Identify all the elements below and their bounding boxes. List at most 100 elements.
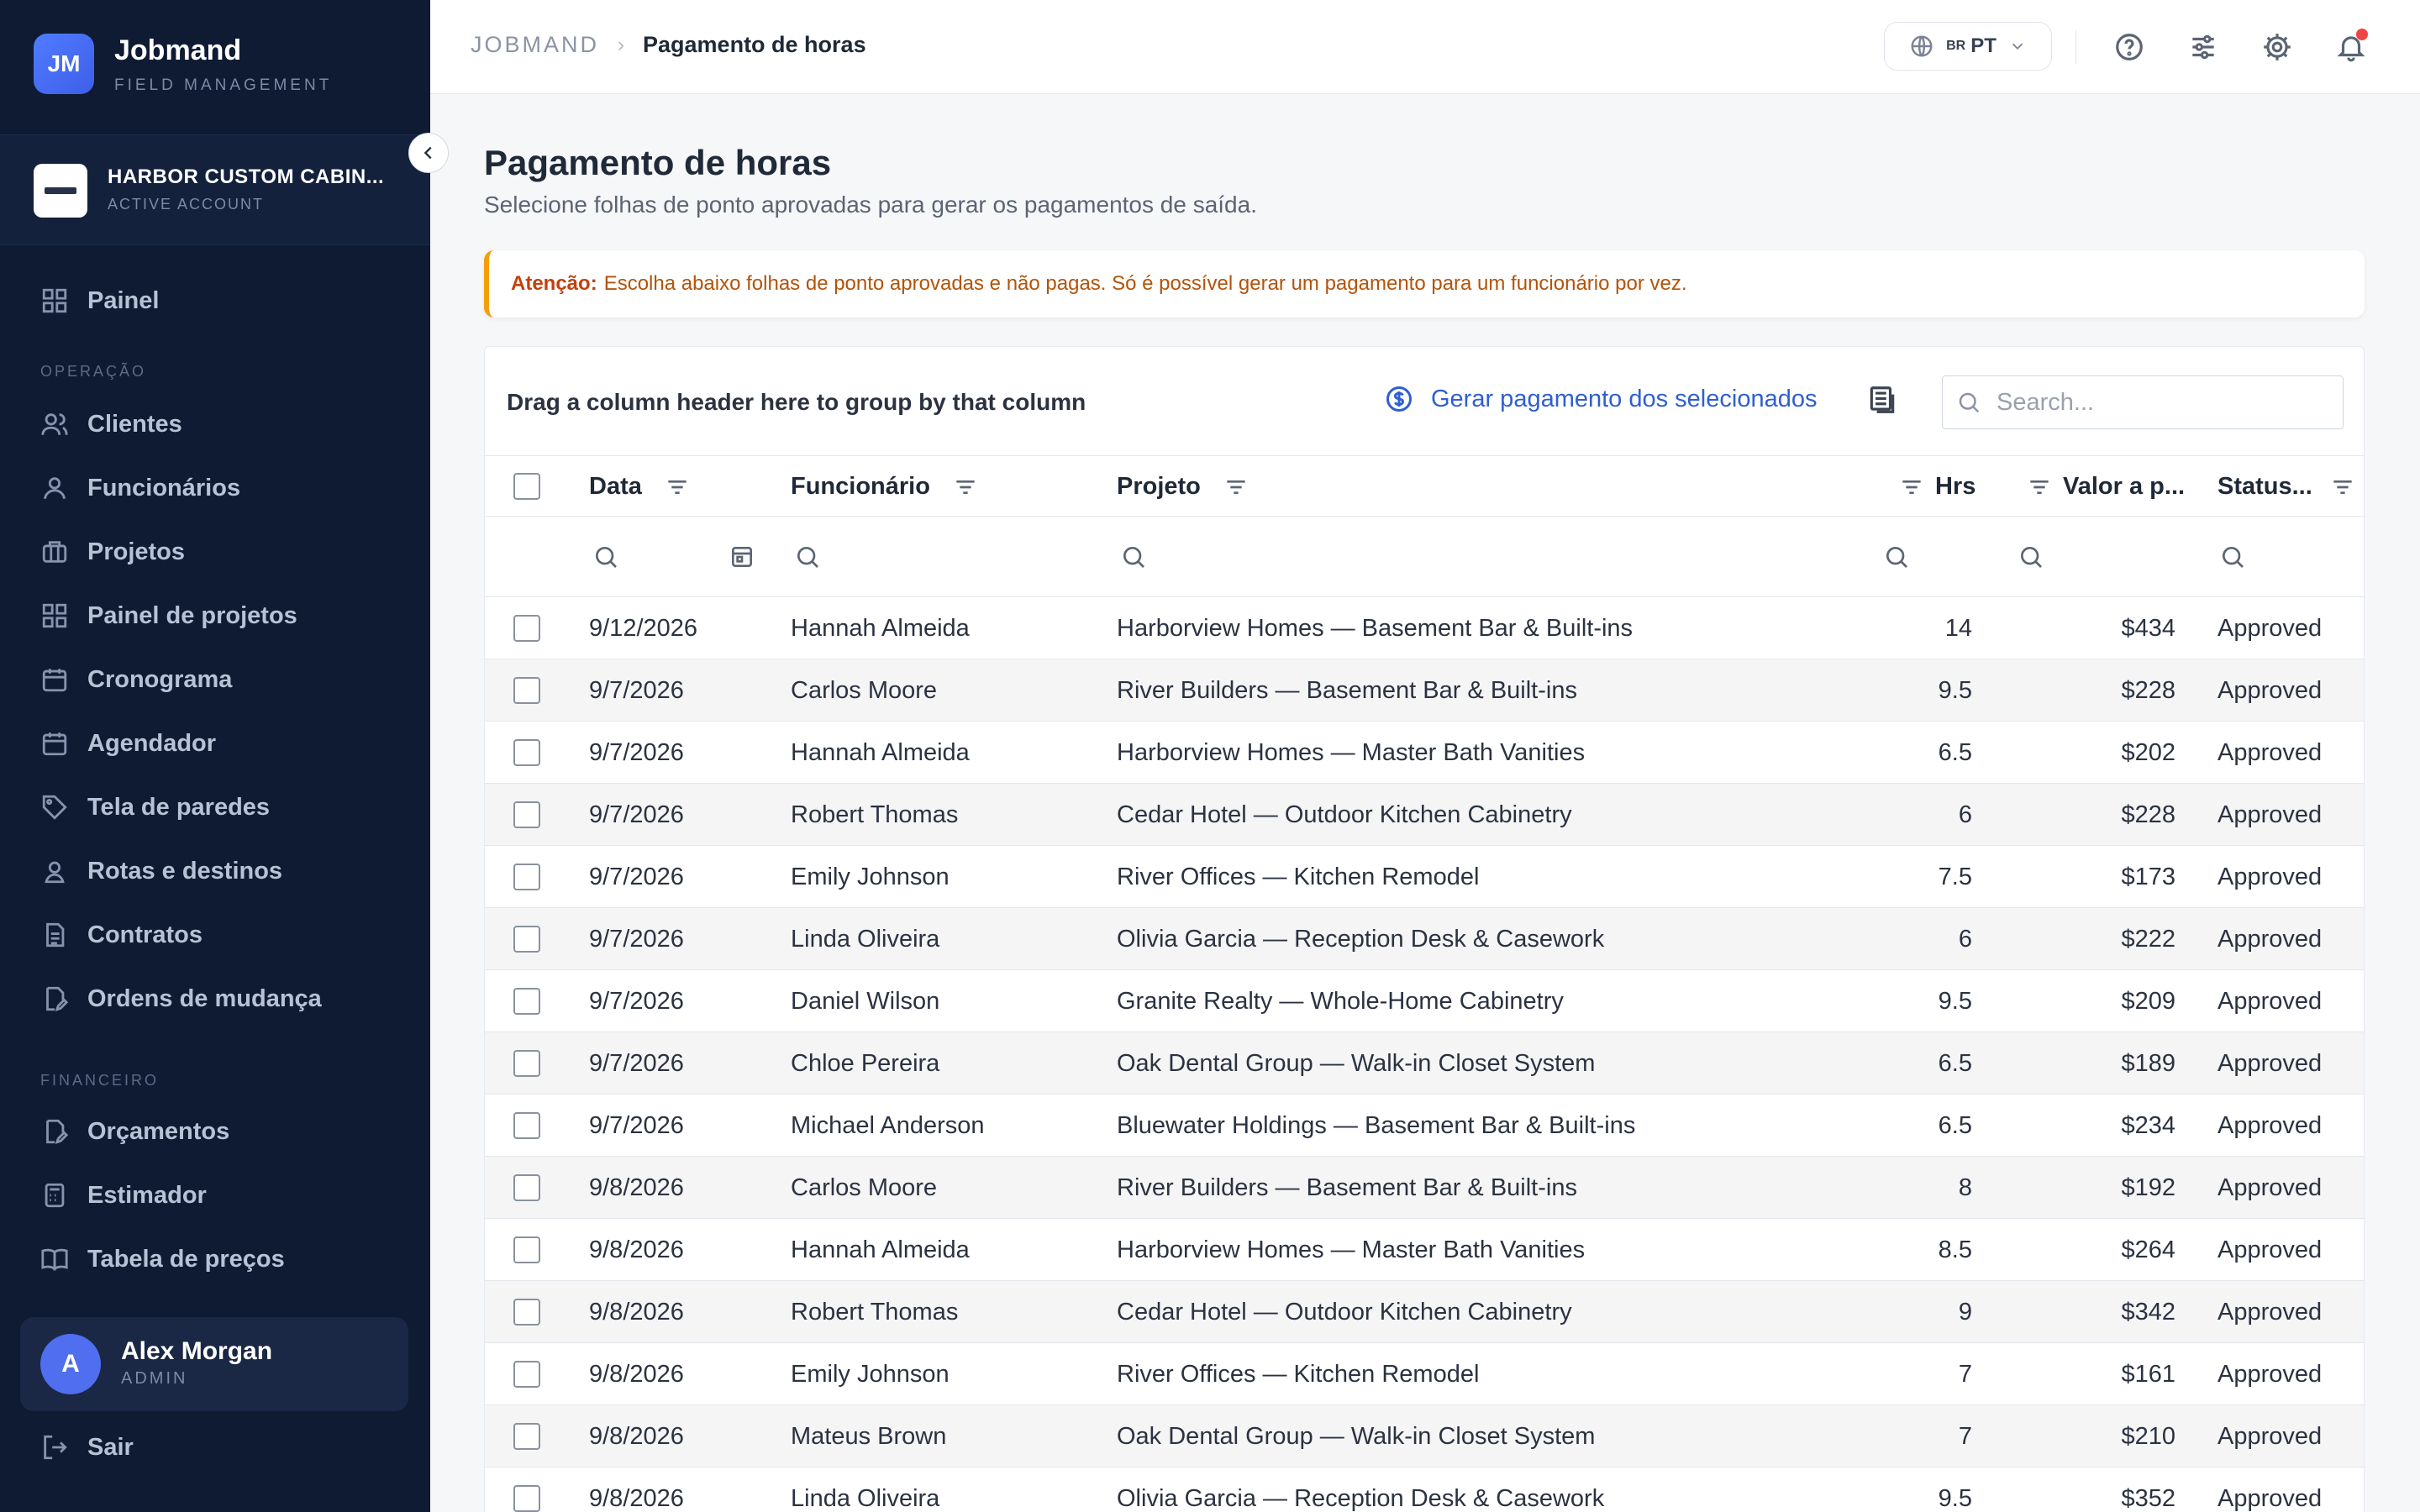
- collapse-sidebar-button[interactable]: [408, 133, 449, 173]
- sidebar-item-contratos[interactable]: Contratos: [40, 911, 203, 958]
- cell-projeto: Oak Dental Group — Walk-in Closet System: [1117, 1050, 1596, 1077]
- cell-funcionario: Hannah Almeida: [791, 615, 970, 642]
- table-row[interactable]: 9/8/2026 Hannah Almeida Harborview Homes —…: [485, 1219, 2364, 1281]
- filter-search-funcionario[interactable]: [794, 543, 821, 570]
- cell-data: 9/8/2026: [589, 1423, 684, 1450]
- column-header-status[interactable]: Status...: [2217, 473, 2356, 501]
- logout-button[interactable]: Sair: [40, 1433, 134, 1462]
- select-all-checkbox[interactable]: [513, 473, 540, 500]
- sidebar-item-agendador[interactable]: Agendador: [40, 720, 216, 767]
- sidebar-item-funcionarios[interactable]: Funcionários: [40, 465, 240, 512]
- filter-icon[interactable]: [2329, 474, 2356, 501]
- filter-search-data[interactable]: [592, 543, 619, 570]
- row-checkbox[interactable]: [513, 739, 540, 766]
- preferences-button[interactable]: [2185, 29, 2222, 66]
- table-row[interactable]: 9/7/2026 Carlos Moore River Builders — Bas…: [485, 659, 2364, 722]
- warning-alert: Atenção: Escolha abaixo folhas de ponto …: [484, 250, 2365, 318]
- date-picker-button[interactable]: [729, 543, 755, 570]
- table-row[interactable]: 9/8/2026 Linda Oliveira Olivia Garcia — Re…: [485, 1467, 2364, 1512]
- sidebar-item-painel[interactable]: Painel: [40, 277, 159, 324]
- row-checkbox[interactable]: [513, 615, 540, 642]
- cell-funcionario: Emily Johnson: [791, 1361, 950, 1388]
- table-row[interactable]: 9/7/2026 Emily Johnson River Offices — Kit…: [485, 846, 2364, 908]
- filter-search-valor[interactable]: [2018, 543, 2044, 570]
- row-checkbox[interactable]: [513, 1423, 540, 1450]
- column-header-data[interactable]: Data: [589, 473, 691, 501]
- notifications-button[interactable]: [2333, 29, 2370, 66]
- grid-search-input[interactable]: Search...: [1942, 375, 2344, 429]
- sidebar-item-tabela-de-precos[interactable]: Tabela de preços: [40, 1236, 285, 1283]
- row-checkbox[interactable]: [513, 988, 540, 1015]
- filter-icon[interactable]: [1223, 474, 1249, 501]
- briefcase-icon: [42, 541, 67, 563]
- column-chooser-button[interactable]: [1866, 384, 1902, 419]
- cell-status: Approved: [2217, 1423, 2323, 1450]
- table-row[interactable]: 9/7/2026 Robert Thomas Cedar Hotel — Outdo…: [485, 784, 2364, 846]
- breadcrumb-root[interactable]: JOBMAND: [471, 32, 599, 58]
- row-checkbox[interactable]: [513, 864, 540, 890]
- row-checkbox[interactable]: [513, 1361, 540, 1388]
- row-checkbox[interactable]: [513, 1112, 540, 1139]
- help-button[interactable]: [2111, 29, 2148, 66]
- cell-status: Approved: [2217, 1485, 2323, 1512]
- sidebar-item-projetos[interactable]: Projetos: [40, 528, 185, 575]
- settings-button[interactable]: [2259, 29, 2296, 66]
- column-header-valor[interactable]: Valor a p...: [2026, 473, 2185, 501]
- table-row[interactable]: 9/7/2026 Hannah Almeida Harborview Homes —…: [485, 722, 2364, 784]
- table-row[interactable]: 9/8/2026 Emily Johnson River Offices — Kit…: [485, 1343, 2364, 1405]
- cell-projeto: Granite Realty — Whole-Home Cabinetry: [1117, 988, 1564, 1015]
- sidebar-item-ordens-de-mudanca[interactable]: Ordens de mudança: [40, 975, 322, 1022]
- account-switcher[interactable]: HARBOR CUSTOM CABIN... ACTIVE ACCOUNT: [0, 134, 430, 245]
- table-row[interactable]: 9/7/2026 Daniel Wilson Granite Realty — Wh…: [485, 970, 2364, 1032]
- column-header-funcionario[interactable]: Funcionário: [791, 473, 979, 501]
- table-row[interactable]: 9/8/2026 Robert Thomas Cedar Hotel — Outdo…: [485, 1281, 2364, 1343]
- calculator-icon: [45, 1183, 65, 1208]
- group-panel[interactable]: Drag a column header here to group by th…: [485, 347, 2364, 456]
- table-row[interactable]: 9/7/2026 Linda Oliveira Olivia Garcia — Re…: [485, 908, 2364, 970]
- sidebar-item-label: Tabela de preços: [87, 1245, 285, 1273]
- filter-search-projeto[interactable]: [1120, 543, 1147, 570]
- filter-search-hrs[interactable]: [1883, 543, 1910, 570]
- row-checkbox[interactable]: [513, 1236, 540, 1263]
- row-checkbox[interactable]: [513, 677, 540, 704]
- sidebar-item-estimador[interactable]: Estimador: [40, 1172, 207, 1219]
- table-row[interactable]: 9/8/2026 Mateus Brown Oak Dental Group — W…: [485, 1405, 2364, 1467]
- column-header-projeto[interactable]: Projeto: [1117, 473, 1249, 501]
- column-header-hrs[interactable]: Hrs: [1898, 473, 1975, 501]
- row-checkbox[interactable]: [513, 926, 540, 953]
- sidebar-item-tela-de-paredes[interactable]: Tela de paredes: [40, 784, 270, 831]
- row-checkbox[interactable]: [513, 1050, 540, 1077]
- cell-data: 9/8/2026: [589, 1361, 684, 1388]
- table-row[interactable]: 9/12/2026 Hannah Almeida Harborview Homes …: [485, 597, 2364, 659]
- table-row[interactable]: 9/8/2026 Carlos Moore River Builders — Bas…: [485, 1157, 2364, 1219]
- sidebar-item-painel-de-projetos[interactable]: Painel de projetos: [40, 592, 297, 639]
- sidebar-item-orcamentos[interactable]: Orçamentos: [40, 1108, 229, 1155]
- table-row[interactable]: 9/7/2026 Michael Anderson Bluewater Holdin…: [485, 1095, 2364, 1157]
- cell-funcionario: Mateus Brown: [791, 1423, 947, 1450]
- row-checkbox[interactable]: [513, 801, 540, 828]
- cell-valor: $228: [2121, 801, 2175, 828]
- generate-payment-button[interactable]: Gerar pagamento dos selecionados: [1384, 384, 1817, 414]
- search-icon: [1123, 547, 1144, 568]
- filter-icon[interactable]: [664, 474, 691, 501]
- brand[interactable]: JM Jobmand FIELD MANAGEMENT: [34, 34, 332, 95]
- cell-funcionario: Linda Oliveira: [791, 1485, 940, 1512]
- row-checkbox[interactable]: [513, 1485, 540, 1512]
- column-header-label: Projeto: [1117, 473, 1201, 500]
- cell-projeto: Olivia Garcia — Reception Desk & Casewor…: [1117, 926, 1605, 953]
- table-row[interactable]: 9/7/2026 Chloe Pereira Oak Dental Group — …: [485, 1032, 2364, 1095]
- cell-valor: $434: [2121, 615, 2175, 642]
- filter-search-status[interactable]: [2219, 543, 2246, 570]
- generate-payment-label: Gerar pagamento dos selecionados: [1431, 385, 1818, 412]
- language-selector[interactable]: BR PT: [1884, 22, 2052, 71]
- sidebar-item-rotas-e-destinos[interactable]: Rotas e destinos: [40, 848, 282, 895]
- filter-icon[interactable]: [1898, 474, 1925, 501]
- row-checkbox[interactable]: [513, 1174, 540, 1201]
- sidebar-item-clientes[interactable]: Clientes: [40, 401, 182, 448]
- row-checkbox[interactable]: [513, 1299, 540, 1326]
- filter-icon[interactable]: [952, 474, 979, 501]
- sidebar-item-cronograma[interactable]: Cronograma: [40, 656, 232, 703]
- user-profile-card[interactable]: A Alex Morgan ADMIN: [20, 1317, 408, 1411]
- column-header-label: Status...: [2217, 473, 2312, 500]
- filter-icon[interactable]: [2026, 474, 2053, 501]
